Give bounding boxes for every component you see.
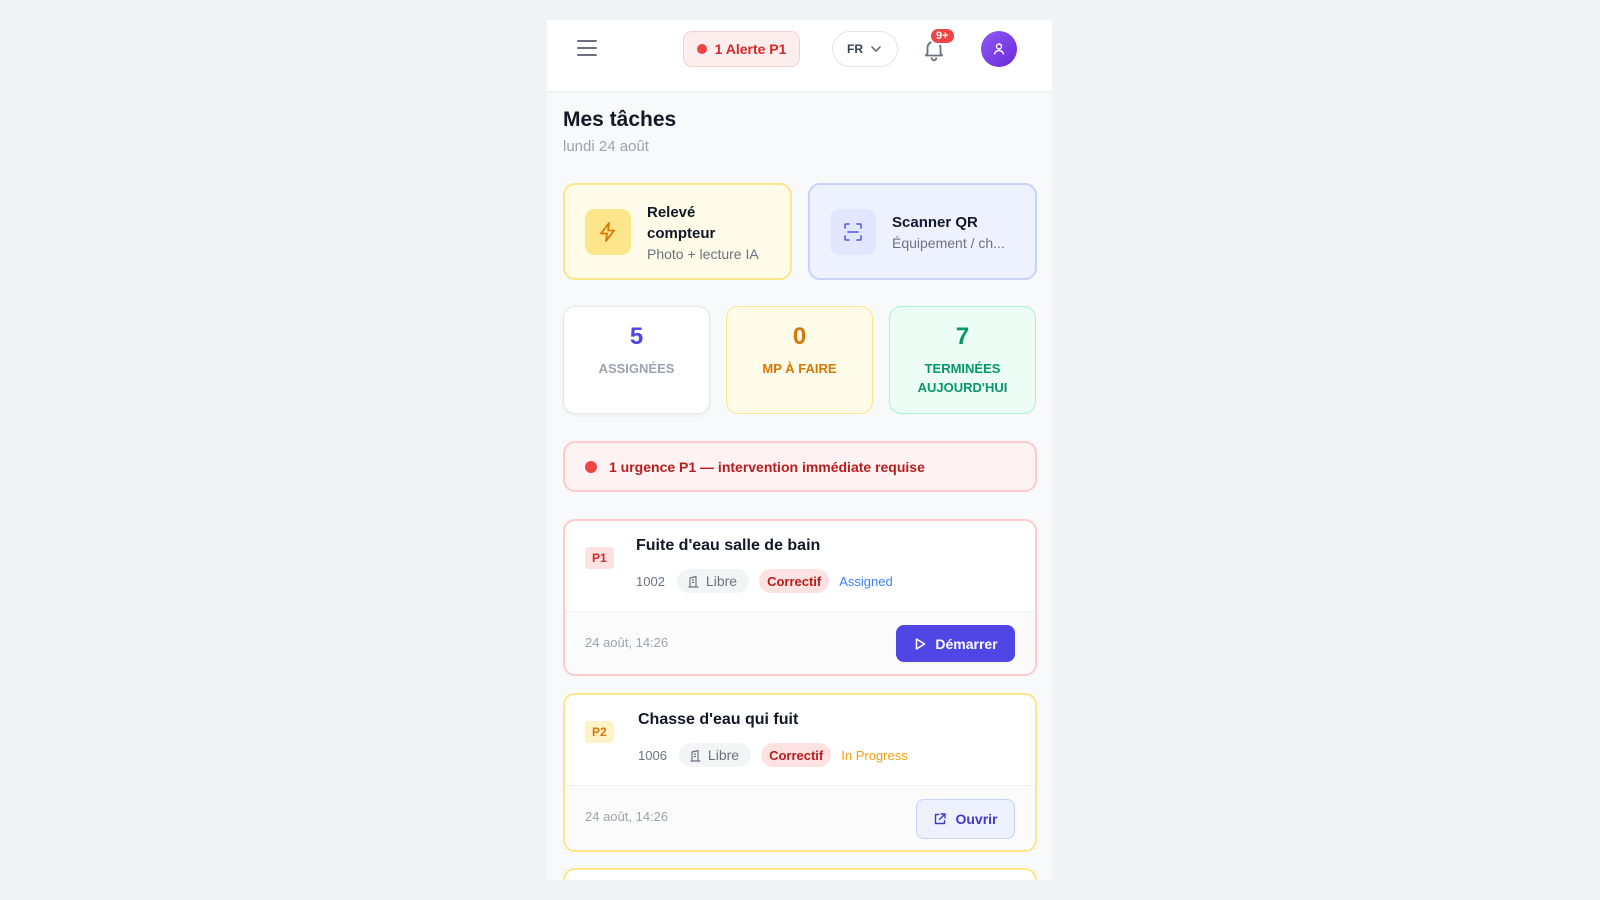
mobile-app-frame: 1 Alerte P1 FR 9+ Mes tâches lundi 24 ao… (547, 20, 1052, 880)
stat-label: ASSIGNÉES (598, 361, 675, 376)
priority-badge: P2 (585, 721, 614, 743)
meter-reading-subtitle: Photo + lecture IA (647, 245, 759, 262)
external-link-icon (935, 813, 947, 825)
play-icon (916, 637, 926, 650)
p1-alert-button[interactable]: 1 Alerte P1 (683, 31, 800, 67)
p1-alert-label: 1 Alerte P1 (714, 41, 787, 57)
priority-badge: P1 (585, 547, 614, 569)
task-card[interactable]: P1 Fuite d'eau salle de bain 1002 Libre … (563, 519, 1037, 676)
location-label: Libre (707, 747, 740, 763)
chevron-down-icon (871, 46, 881, 52)
avatar[interactable] (981, 31, 1017, 67)
scan-qr-subtitle: Équipement / ch... (892, 235, 1005, 251)
urgent-banner[interactable]: 1 urgence P1 — intervention immédiate re… (563, 441, 1037, 492)
stat-label: MP À FAIRE (762, 361, 837, 376)
qr-scan-icon (830, 208, 876, 255)
building-icon (690, 749, 701, 762)
urgent-banner-text: 1 urgence P1 — intervention immédiate re… (609, 458, 925, 475)
menu-icon[interactable] (577, 40, 597, 58)
urgent-dot-icon (585, 460, 597, 473)
location-chip: Libre (676, 569, 750, 593)
meter-reading-title: Relevé compteur (647, 203, 716, 242)
meter-reading-card[interactable]: Relevé compteur Photo + lecture IA (563, 183, 792, 280)
page-title: Mes tâches (563, 108, 677, 131)
start-task-button[interactable]: Démarrer (896, 625, 1015, 662)
task-status: In Progress (841, 747, 908, 763)
language-selector[interactable]: FR (832, 31, 898, 67)
task-id: 1002 (636, 573, 665, 589)
stat-preventive-todo[interactable]: 0 MP À FAIRE (726, 306, 873, 414)
task-time: 24 août, 14:26 (585, 809, 669, 824)
location-label: Libre (705, 573, 738, 589)
page-date: lundi 24 août (563, 138, 649, 155)
lightning-icon (585, 208, 631, 255)
task-id: 1006 (638, 747, 667, 763)
stat-label: TERMINÉES AUJOURD'HUI (917, 361, 1008, 395)
scan-qr-card[interactable]: Scanner QR Équipement / ch... (808, 183, 1037, 280)
stat-assigned[interactable]: 5 ASSIGNÉES (563, 306, 710, 414)
stat-value: 0 (792, 323, 807, 350)
stat-value: 5 (629, 323, 644, 350)
location-chip: Libre (678, 743, 752, 767)
top-bar: 1 Alerte P1 FR 9+ (547, 20, 1052, 92)
stat-completed-today[interactable]: 7 TERMINÉES AUJOURD'HUI (889, 306, 1036, 414)
task-type-badge: Correctif (761, 743, 832, 767)
task-time: 24 août, 14:26 (585, 635, 669, 650)
alert-dot-icon (696, 44, 707, 54)
notification-badge: 9+ (929, 27, 956, 45)
task-type-badge: Correctif (759, 569, 830, 593)
user-icon (993, 43, 1005, 55)
task-title: Chasse d'eau qui fuit (638, 711, 799, 728)
task-status: Assigned (839, 573, 893, 589)
building-icon (688, 575, 699, 588)
stat-value: 7 (955, 323, 970, 350)
language-label: FR (847, 42, 863, 56)
task-card[interactable] (563, 868, 1037, 880)
start-task-label: Démarrer (935, 635, 998, 652)
scan-qr-title: Scanner QR (892, 214, 978, 231)
open-task-label: Ouvrir (955, 811, 998, 827)
task-card[interactable]: P2 Chasse d'eau qui fuit 1006 Libre Corr… (563, 693, 1037, 852)
task-title: Fuite d'eau salle de bain (636, 537, 821, 554)
open-task-button[interactable]: Ouvrir (916, 799, 1015, 839)
